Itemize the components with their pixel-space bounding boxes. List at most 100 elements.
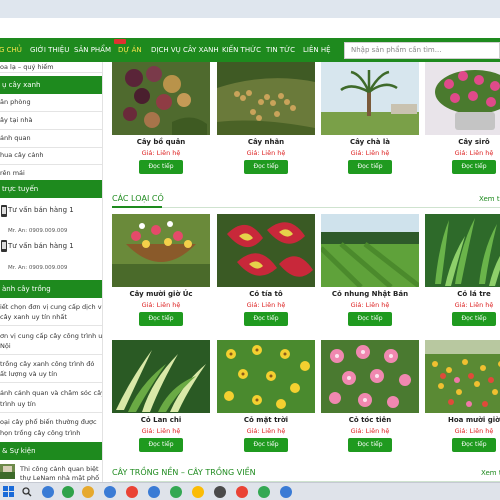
news-item[interactable]: ảnh cảnh quan và chăm sóc cây [0, 389, 102, 397]
view-all-link[interactable]: Xem tấ [479, 195, 500, 203]
news-item[interactable]: iết chọn đơn vị cung cấp dịch vụ [0, 303, 102, 311]
read-more-button[interactable]: Đọc tiếp [139, 312, 183, 326]
nav-news[interactable]: TIN TỨC [266, 38, 295, 62]
search-icon[interactable] [22, 487, 32, 497]
product-card[interactable]: Cỏ mặt trời Giá: Liên hệ Đọc tiếp [217, 340, 315, 458]
read-more-button[interactable]: Đọc tiếp [244, 312, 288, 326]
event-thumbnail[interactable] [0, 464, 15, 479]
sidebar-service-item[interactable]: rên mái [0, 169, 25, 177]
app-icon[interactable] [236, 486, 248, 498]
sidebar-category-item[interactable]: oa lạ – quý hiếm [0, 63, 54, 71]
app-icon[interactable] [126, 486, 138, 498]
event-title[interactable]: thự LeNam nhà mặt phố [20, 474, 99, 482]
sidebar-service-item[interactable]: ảnh quan [0, 134, 31, 142]
product-image[interactable] [321, 214, 419, 287]
read-more-button[interactable]: Đọc tiếp [348, 160, 392, 174]
product-price: Giá: Liên hệ [246, 149, 286, 157]
read-more-button[interactable]: Đọc tiếp [244, 438, 288, 452]
product-name[interactable]: Cỏ lá tre [425, 290, 500, 298]
search-input[interactable]: Nhập sản phẩm cần tìm... [344, 42, 500, 59]
product-image[interactable] [112, 340, 210, 413]
product-image[interactable] [217, 62, 315, 135]
product-name[interactable]: Cỏ nhung Nhật Bản [321, 290, 419, 298]
news-item[interactable]: họn trồng cây công trình [0, 429, 80, 437]
product-name[interactable]: Cỏ Lan chi [112, 416, 210, 424]
news-item[interactable]: trồng cây xanh công trình đó [0, 360, 94, 368]
product-price: Giá: Liên hệ [246, 427, 286, 435]
app-icon[interactable] [258, 486, 270, 498]
read-more-button[interactable]: Đọc tiếp [139, 160, 183, 174]
app-icon[interactable] [42, 486, 54, 498]
product-image[interactable] [425, 340, 500, 413]
app-icon[interactable] [62, 486, 74, 498]
product-name[interactable]: Cây bồ quân [112, 138, 210, 146]
news-item[interactable]: oại cây phổ biến thường được [0, 418, 97, 426]
nav-about[interactable]: GIỚI THIỆU [30, 38, 69, 62]
app-icon[interactable] [82, 486, 94, 498]
read-more-button[interactable]: Đọc tiếp [139, 438, 183, 452]
product-name[interactable]: Cỏ mặt trời [217, 416, 315, 424]
product-card[interactable]: Cỏ tía tô Giá: Liên hệ Đọc tiếp [217, 214, 315, 332]
nav-knowledge[interactable]: KIẾN THỨC [222, 38, 261, 62]
nav-green-services[interactable]: DỊCH VỤ CÂY XANH [151, 38, 219, 62]
news-item[interactable]: trình uy tín [0, 400, 36, 408]
product-card[interactable]: Cỏ nhung Nhật Bản Giá: Liên hệ Đọc tiếp [321, 214, 419, 332]
product-image[interactable] [217, 214, 315, 287]
app-icon[interactable] [192, 486, 204, 498]
support-phone[interactable]: Mr. An: 0909.009.009 [8, 265, 67, 271]
product-card[interactable]: Cây nhãn Giá: Liên hệ Đọc tiếp [217, 62, 315, 180]
product-name[interactable]: Cây mười giờ Úc [112, 290, 210, 298]
sidebar: oa lạ – quý hiếm ụ cây xanh ăn phòng ây … [0, 62, 103, 482]
product-image[interactable] [217, 340, 315, 413]
news-item[interactable]: cây xanh uy tín nhất [0, 313, 67, 321]
nav-products[interactable]: SẢN PHẨM [74, 38, 111, 62]
product-name[interactable]: Cỏ tía tô [217, 290, 315, 298]
event-title[interactable]: Thi công cảnh quan biệt [20, 465, 99, 473]
nav-home[interactable]: G CHỦ [0, 38, 22, 62]
product-name[interactable]: Hoa mười giờ [425, 416, 500, 424]
product-card[interactable]: Cây chà là Giá: Liên hệ Đọc tiếp [321, 62, 419, 180]
read-more-button[interactable]: Đọc tiếp [348, 312, 392, 326]
product-image[interactable] [425, 62, 500, 135]
read-more-button[interactable]: Đọc tiếp [244, 160, 288, 174]
product-card[interactable]: Cây bồ quân Giá: Liên hệ Đọc tiếp [112, 62, 210, 180]
product-image[interactable] [425, 214, 500, 287]
product-card[interactable]: Cây mười giờ Úc Giá: Liên hệ Đọc tiếp [112, 214, 210, 332]
product-price: Giá: Liên hệ [141, 427, 181, 435]
read-more-button[interactable]: Đọc tiếp [348, 438, 392, 452]
product-image[interactable] [321, 62, 419, 135]
divider [0, 382, 102, 383]
read-more-button[interactable]: Đọc tiếp [452, 312, 496, 326]
product-image[interactable] [112, 214, 210, 287]
product-name[interactable]: Cỏ tóc tiên [321, 416, 419, 424]
product-card[interactable]: Cây sirô Giá: Liên hệ Đọc tiếp [425, 62, 500, 180]
product-name[interactable]: Cây sirô [425, 138, 500, 146]
product-card[interactable]: Cỏ tóc tiên Giá: Liên hệ Đọc tiếp [321, 340, 419, 458]
app-icon[interactable] [170, 486, 182, 498]
product-card[interactable]: Cỏ Lan chi Giá: Liên hệ Đọc tiếp [112, 340, 210, 458]
read-more-button[interactable]: Đọc tiếp [452, 438, 496, 452]
news-item[interactable]: ơn vị cung cấp cây công trình uy tín [0, 332, 102, 340]
product-card[interactable]: Cỏ lá tre Giá: Liên hệ Đọc tiếp [425, 214, 500, 332]
news-item[interactable]: Nội [0, 342, 11, 350]
product-image[interactable] [112, 62, 210, 135]
sidebar-service-item[interactable]: hua cây cảnh [0, 151, 44, 159]
news-item[interactable]: ất lượng và uy tín [0, 370, 57, 378]
product-image[interactable] [321, 340, 419, 413]
product-name[interactable]: Cây chà là [321, 138, 419, 146]
product-card[interactable]: Hoa mười giờ Giá: Liên hệ Đọc tiếp [425, 340, 500, 458]
read-more-button[interactable]: Đọc tiếp [452, 160, 496, 174]
app-icon[interactable] [280, 486, 292, 498]
app-icon[interactable] [148, 486, 160, 498]
product-name[interactable]: Cây nhãn [217, 138, 315, 146]
start-icon[interactable] [3, 486, 14, 497]
nav-projects[interactable]: DỰ ÁN [118, 38, 142, 62]
app-icon[interactable] [104, 486, 116, 498]
support-phone[interactable]: Mr. An: 0909.009.009 [8, 228, 67, 234]
nav-contact[interactable]: LIÊN HỆ [303, 38, 331, 62]
app-icon[interactable] [214, 486, 226, 498]
sidebar-heading-support: trực tuyến [0, 180, 102, 198]
sidebar-service-item[interactable]: ăn phòng [0, 98, 31, 106]
sidebar-service-item[interactable]: ây tại nhà [0, 116, 33, 124]
view-all-link[interactable]: Xem t [481, 469, 500, 477]
